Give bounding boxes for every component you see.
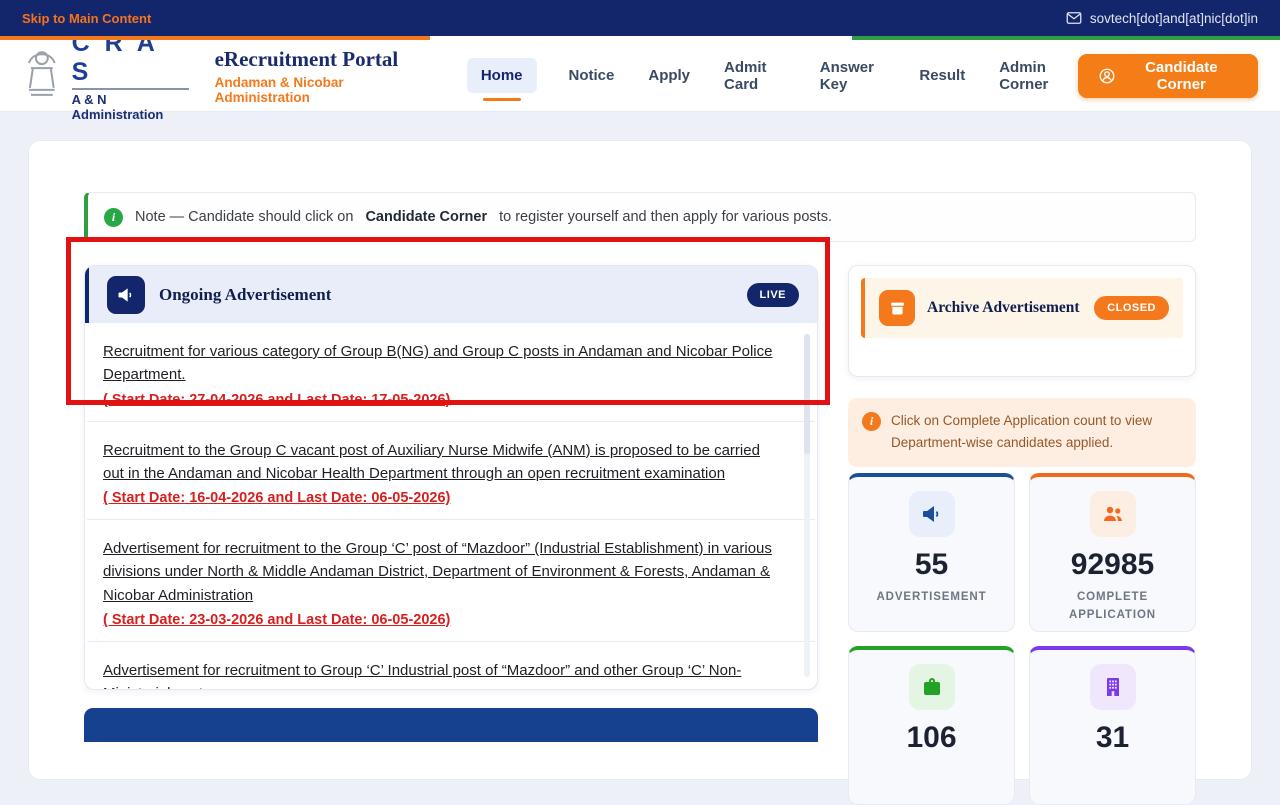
stat-value: 31 xyxy=(1096,721,1129,755)
stat-card-complete-application[interactable]: 92985 COMPLETE APPLICATION xyxy=(1029,473,1196,632)
list-item: Advertisement for recruitment to the Gro… xyxy=(85,520,817,641)
stat-card-advertisement[interactable]: 55 ADVERTISEMENT xyxy=(848,473,1015,632)
ongoing-panel-header: Ongoing Advertisement LIVE xyxy=(85,266,817,323)
megaphone-icon xyxy=(107,276,145,314)
advertisement-link[interactable]: Advertisement for recruitment to Group ‘… xyxy=(103,659,777,690)
stat-label: COMPLETE APPLICATION xyxy=(1043,588,1183,625)
list-item: Recruitment to the Group C vacant post o… xyxy=(85,422,817,520)
info-icon: i xyxy=(862,412,881,431)
stat-card-departments[interactable]: 31 xyxy=(1029,646,1196,805)
portal-subtitle: Andaman & Nicobar Administration xyxy=(215,75,421,105)
briefcase-icon xyxy=(909,664,955,710)
envelope-icon xyxy=(1065,9,1083,27)
email-text: sovtech[dot]and[at]nic[dot]in xyxy=(1090,11,1258,26)
advertisement-link[interactable]: Advertisement for recruitment to the Gro… xyxy=(103,537,777,607)
site-header: C R A S A & N Administration eRecruitmen… xyxy=(0,40,1280,112)
megaphone-icon xyxy=(909,491,955,537)
stat-card-posts[interactable]: 106 xyxy=(848,646,1015,805)
top-bar: Skip to Main Content sovtech[dot]and[at]… xyxy=(0,0,1280,36)
archive-panel-title: Archive Advertisement xyxy=(927,299,1080,317)
nav-result[interactable]: Result xyxy=(917,58,967,93)
scrollbar-thumb[interactable] xyxy=(804,334,810,454)
candidate-corner-button[interactable]: Candidate Corner xyxy=(1078,54,1258,98)
sidebar-note-text: Click on Complete Application count to v… xyxy=(891,410,1182,455)
archive-panel-header: Archive Advertisement CLOSED xyxy=(861,278,1183,338)
nav-home[interactable]: Home xyxy=(467,58,537,93)
advertisement-dates: ( Start Date: 16-04-2026 and Last Date: … xyxy=(103,490,777,506)
stat-value: 55 xyxy=(915,548,948,582)
advertisement-link[interactable]: Recruitment to the Group C vacant post o… xyxy=(103,439,777,486)
contact-email[interactable]: sovtech[dot]and[at]nic[dot]in xyxy=(1065,9,1258,27)
info-icon: i xyxy=(104,208,123,227)
next-section-header-bar xyxy=(84,708,818,742)
ashoka-emblem-icon xyxy=(22,47,62,105)
stat-value: 92985 xyxy=(1071,548,1154,582)
site-logo[interactable]: C R A S A & N Administration xyxy=(22,29,189,122)
stat-label: ADVERTISEMENT xyxy=(862,588,1002,606)
users-icon xyxy=(1090,491,1136,537)
list-item: Recruitment for various category of Grou… xyxy=(85,323,817,421)
main-nav: Home Notice Apply Admit Card Answer Key … xyxy=(467,50,1078,102)
logo-subtitle: A & N Administration xyxy=(72,88,189,122)
list-item: Advertisement for recruitment to Group ‘… xyxy=(85,642,817,690)
header-accent-stripe xyxy=(0,36,1280,40)
ongoing-panel-title: Ongoing Advertisement xyxy=(159,285,331,305)
candidate-corner-label: Candidate Corner xyxy=(1125,59,1238,93)
stats-grid: 55 ADVERTISEMENT 92985 COMPLETE APPLICAT… xyxy=(848,473,1196,805)
live-badge: LIVE xyxy=(747,283,799,307)
portal-title: eRecruitment Portal xyxy=(215,47,421,72)
archive-box-icon xyxy=(879,290,915,326)
ongoing-advertisement-panel: Ongoing Advertisement LIVE Recruitment f… xyxy=(84,265,818,690)
nav-admit-card[interactable]: Admit Card xyxy=(722,50,788,102)
stripe-orange xyxy=(0,36,430,40)
stripe-white xyxy=(430,36,852,40)
advertisement-link[interactable]: Recruitment for various category of Grou… xyxy=(103,340,777,387)
advertisement-dates: ( Start Date: 27-04-2026 and Last Date: … xyxy=(103,392,777,408)
sidebar-info-note: i Click on Complete Application count to… xyxy=(848,398,1196,467)
note-prefix: Note — Candidate should click on xyxy=(135,209,353,225)
closed-badge: CLOSED xyxy=(1094,296,1169,320)
note-suffix: to register yourself and then apply for … xyxy=(499,209,832,225)
nav-answer-key[interactable]: Answer Key xyxy=(818,50,888,102)
nav-admin-corner[interactable]: Admin Corner xyxy=(997,50,1077,102)
stat-value: 106 xyxy=(906,721,956,755)
note-highlight: Candidate Corner xyxy=(365,209,487,225)
nav-apply[interactable]: Apply xyxy=(646,58,692,93)
person-circle-icon xyxy=(1098,66,1116,86)
note-banner: i Note — Candidate should click on Candi… xyxy=(84,192,1196,242)
scrollbar[interactable] xyxy=(804,334,810,677)
stripe-green xyxy=(852,36,1280,40)
nav-notice[interactable]: Notice xyxy=(567,58,617,93)
skip-to-main-content-link[interactable]: Skip to Main Content xyxy=(22,11,151,26)
archive-advertisement-panel: Archive Advertisement CLOSED xyxy=(848,265,1196,377)
building-icon xyxy=(1090,664,1136,710)
advertisement-dates: ( Start Date: 23-03-2026 and Last Date: … xyxy=(103,612,777,628)
